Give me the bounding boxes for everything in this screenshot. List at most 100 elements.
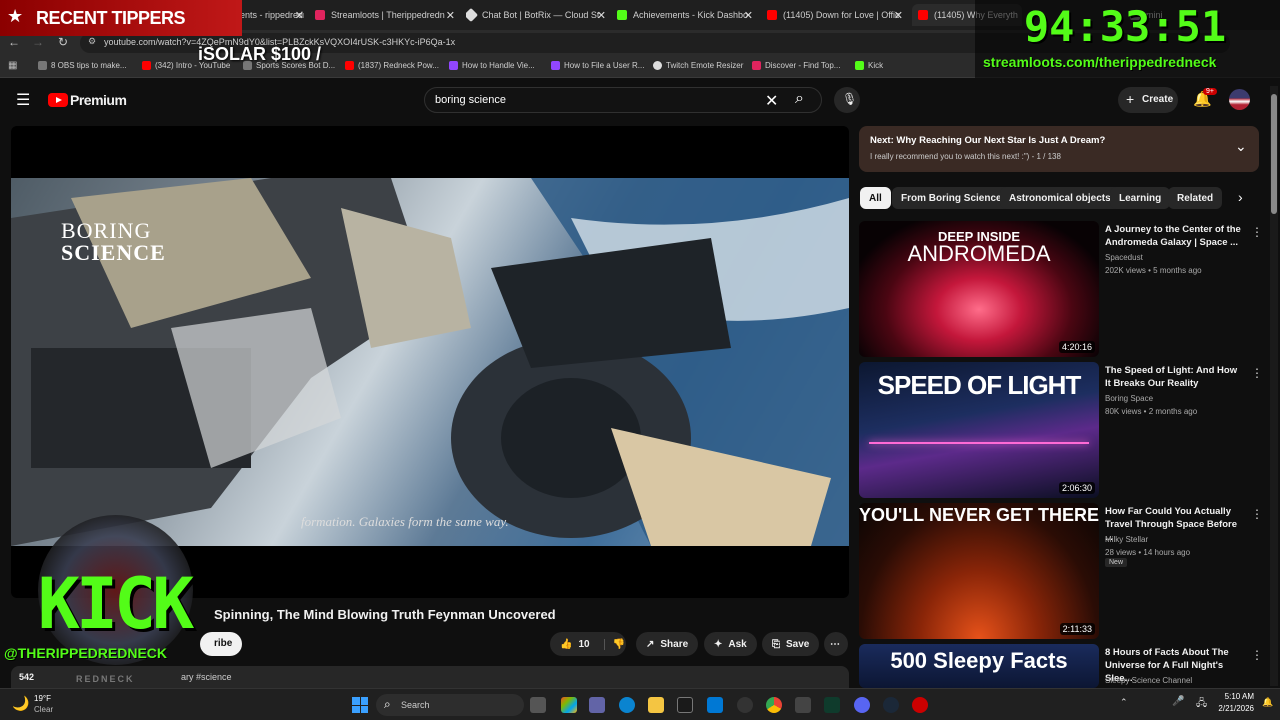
copilot-icon[interactable] <box>561 697 577 713</box>
windows-start-icon[interactable] <box>352 697 368 713</box>
video-thumbnail[interactable]: DEEP INSIDE ANDROMEDA 4:20:16 <box>859 221 1099 357</box>
clock-date[interactable]: 2/21/2026 <box>1200 704 1254 713</box>
edge-icon[interactable] <box>619 697 635 713</box>
rec-channel: Milky Stellar <box>1105 535 1149 544</box>
recent-tippers-banner: ★ RECENT TIPPERS <box>0 0 242 36</box>
share-icon: ↗ <box>646 638 655 650</box>
chip-related[interactable]: Related <box>1168 187 1223 209</box>
tab-close-icon[interactable]: ✕ <box>597 9 606 22</box>
record-icon[interactable] <box>912 697 928 713</box>
bookmark-item[interactable]: Kick <box>855 61 883 70</box>
recommendation-card[interactable]: SPEED OF LIGHT 2:06:30 The Speed of Ligh… <box>859 362 1269 498</box>
avatar[interactable] <box>1229 89 1250 110</box>
tab-favicon-icon <box>617 10 627 20</box>
video-thumbnail[interactable]: YOU'LL NEVER GET THERE 2:11:33 <box>859 503 1099 639</box>
search-icon[interactable]: ⌕ <box>795 90 804 108</box>
chip-from-channel[interactable]: From Boring Science <box>892 187 1011 209</box>
bookmark-item[interactable]: How to File a User R... <box>551 61 644 70</box>
bookmark-item[interactable]: How to Handle Vie... <box>449 61 535 70</box>
site-info-icon[interactable]: ⚙ <box>88 36 96 47</box>
browser-tab[interactable]: Streamloots | Therippedredn ✕ <box>315 4 455 26</box>
browser-tab[interactable]: Chat Bot | BotRix — Cloud St ✕ <box>466 4 606 26</box>
voice-search-button[interactable]: 🎙 <box>834 87 860 113</box>
weather-condition: Clear <box>34 705 54 714</box>
tab-close-icon[interactable]: ✕ <box>744 9 753 22</box>
recommendation-card[interactable]: YOU'LL NEVER GET THERE 2:11:33 How Far C… <box>859 503 1269 639</box>
video-thumbnail[interactable]: SPEED OF LIGHT 2:06:30 <box>859 362 1099 498</box>
more-vert-icon[interactable]: ⋮ <box>1251 648 1263 662</box>
bookmark-item[interactable]: Discover - Find Top... <box>752 61 840 70</box>
bookmark-item[interactable]: 8 OBS tips to make... <box>38 61 127 70</box>
video-caption: formation. Galaxies form the same way. <box>301 514 509 529</box>
obs-icon[interactable] <box>737 697 753 713</box>
steam-icon[interactable] <box>883 697 899 713</box>
chip-astronomical[interactable]: Astronomical objects <box>1000 187 1120 209</box>
teams-icon[interactable] <box>589 697 605 713</box>
back-icon[interactable]: ← <box>8 35 20 49</box>
chrome-icon[interactable] <box>766 697 782 713</box>
tab-label: Chat Bot | BotRix — Cloud St <box>482 10 600 20</box>
terminal-icon[interactable] <box>824 697 840 713</box>
video-frame: BORING SCIENCE formation. Galaxies form … <box>11 178 849 546</box>
playlist-panel[interactable]: Next: Why Reaching Our Next Star Is Just… <box>859 126 1259 172</box>
create-button[interactable]: + Create <box>1118 87 1178 113</box>
more-vert-icon[interactable]: ⋮ <box>1251 366 1263 380</box>
bookmark-favicon-icon <box>38 61 47 70</box>
search-input[interactable]: boring science <box>435 94 506 106</box>
tab-close-icon[interactable]: ✕ <box>894 9 903 22</box>
notification-icon[interactable]: 🔔 <box>1262 697 1273 708</box>
ask-button[interactable]: ✦ Ask <box>704 632 757 656</box>
new-badge: New <box>1105 558 1128 567</box>
store-icon[interactable] <box>677 697 693 713</box>
chevron-right-icon[interactable]: › <box>1238 189 1243 205</box>
streamloots-url: streamloots.com/therippedredneck <box>983 54 1217 70</box>
apps-grid-icon[interactable]: ▦ <box>8 60 17 71</box>
more-actions-button[interactable]: ⋯ <box>824 632 848 656</box>
recommendation-card[interactable]: 500 Sleepy Facts 8 Hours of Facts About … <box>859 644 1269 688</box>
scrollbar-thumb[interactable] <box>1271 94 1277 214</box>
recommendation-card[interactable]: DEEP INSIDE ANDROMEDA 4:20:16 A Journey … <box>859 221 1269 357</box>
bookmark-item[interactable]: Twitch Emote Resizer <box>653 61 743 70</box>
more-vert-icon[interactable]: ⋮ <box>1251 225 1263 239</box>
scrollbar[interactable] <box>1270 86 1278 686</box>
task-view-icon[interactable] <box>530 697 546 713</box>
rec-stats: 202K views • 5 months ago <box>1105 266 1202 275</box>
create-label: Create <box>1142 94 1174 105</box>
save-button[interactable]: ⎘ Save <box>762 632 820 656</box>
more-vert-icon[interactable]: ⋮ <box>1251 507 1263 521</box>
bookmark-item[interactable]: (1837) Redneck Pow... <box>345 61 439 70</box>
chevron-down-icon[interactable]: ⌄ <box>1235 138 1247 155</box>
taskbar-search-box[interactable]: ⌕ Search <box>376 694 524 716</box>
chip-all[interactable]: All <box>860 187 891 209</box>
weather-icon[interactable]: 🌙 <box>12 695 29 712</box>
microphone-tray-icon[interactable]: 🎤 <box>1172 696 1184 707</box>
plus-icon: + <box>1126 91 1135 107</box>
menu-icon[interactable]: ☰ <box>16 90 30 110</box>
app-icon[interactable] <box>795 697 811 713</box>
outlook-icon[interactable] <box>707 697 723 713</box>
tab-close-icon[interactable]: ✕ <box>295 9 304 22</box>
browser-tab[interactable]: Achievements - Kick Dashbo ✕ <box>617 4 753 26</box>
share-button[interactable]: ↗ Share <box>636 632 699 656</box>
tab-close-icon[interactable]: ✕ <box>446 9 455 22</box>
dislike-icon[interactable]: 👎 <box>603 638 625 650</box>
thumbnail-text: 500 Sleepy Facts <box>890 648 1068 673</box>
bookmark-label: How to File a User R... <box>564 61 645 70</box>
file-explorer-icon[interactable] <box>648 697 664 713</box>
rec-stats: 28 views • 14 hours ago <box>1105 548 1191 557</box>
chip-learning[interactable]: Learning <box>1110 187 1171 209</box>
light-streak <box>869 442 1089 444</box>
like-icon[interactable]: 👍 <box>560 639 572 650</box>
tray-chevron-icon[interactable]: ⌃ <box>1120 697 1128 708</box>
search-box[interactable]: boring science ✕ ⌕ <box>424 87 822 113</box>
bookmark-label: Discover - Find Top... <box>765 61 841 70</box>
bookmark-label: 8 OBS tips to make... <box>51 61 127 70</box>
browser-tab[interactable]: (11405) Down for Love | Offic ✕ <box>767 4 903 26</box>
youtube-logo-icon[interactable] <box>48 93 68 107</box>
video-thumbnail[interactable]: 500 Sleepy Facts <box>859 644 1099 688</box>
forward-icon[interactable]: → <box>32 35 44 49</box>
clear-search-icon[interactable]: ✕ <box>765 91 778 111</box>
clock-time[interactable]: 5:10 AM <box>1210 692 1254 701</box>
reload-icon[interactable]: ↻ <box>58 35 68 49</box>
discord-icon[interactable] <box>854 697 870 713</box>
